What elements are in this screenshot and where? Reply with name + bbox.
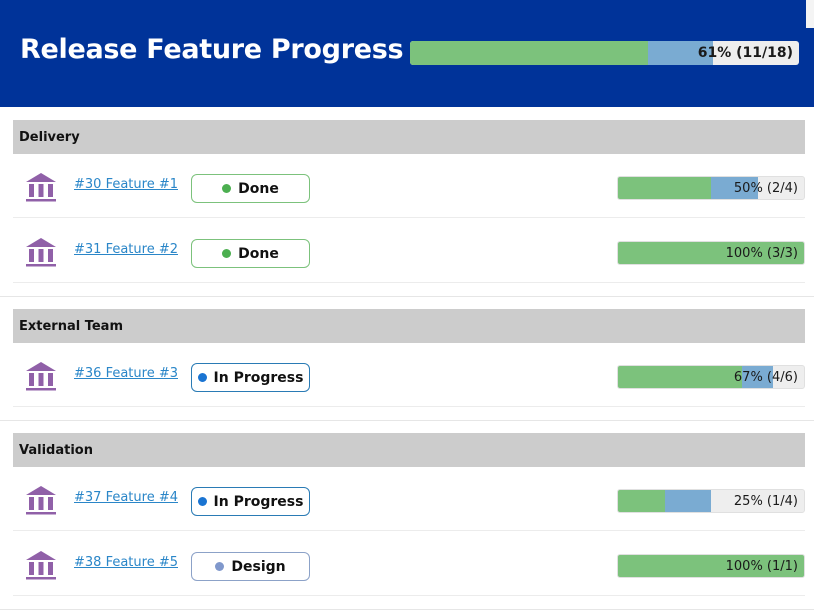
status-dot-icon <box>222 249 232 258</box>
page-title: Release Feature Progress <box>20 34 404 65</box>
status-label: Done <box>238 180 279 197</box>
progress-label: 50% (2/4) <box>733 180 798 196</box>
group-header: External Team <box>13 309 805 343</box>
page-header: Release Feature Progress 61% (11/18) <box>0 0 814 107</box>
group-header: Validation <box>13 433 805 467</box>
scrollbar[interactable] <box>806 0 814 28</box>
group-divider <box>0 296 814 297</box>
progress-label: 25% (1/4) <box>733 493 798 509</box>
progress-label: 100% (1/1) <box>725 558 798 574</box>
feature-progress-bar: 50% (2/4) <box>617 176 805 200</box>
overall-progress-done-segment <box>410 41 648 65</box>
status-badge[interactable]: Done <box>191 174 310 203</box>
status-badge[interactable]: Done <box>191 239 310 268</box>
feature-progress-bar: 25% (1/4) <box>617 489 805 513</box>
progress-in-progress-segment <box>664 490 711 512</box>
feature-row: #30 Feature #1 Done 50% (2/4) <box>13 154 805 218</box>
feature-row: #31 Feature #2 Done 100% (3/3) <box>13 219 805 283</box>
progress-done-segment <box>618 177 711 199</box>
status-dot-icon <box>197 497 207 506</box>
feature-bank-icon <box>25 550 57 580</box>
feature-link[interactable]: #30 Feature #1 <box>74 177 178 192</box>
status-label: Done <box>238 245 279 262</box>
progress-done-segment <box>618 490 665 512</box>
feature-bank-icon <box>25 485 57 515</box>
status-dot-icon <box>215 562 225 571</box>
feature-row: #38 Feature #5 Design 100% (1/1) <box>13 532 805 596</box>
feature-bank-icon <box>25 361 57 391</box>
feature-row: #37 Feature #4 In Progress 25% (1/4) <box>13 467 805 531</box>
feature-progress-bar: 100% (1/1) <box>617 554 805 578</box>
overall-progress-label: 61% (11/18) <box>697 45 793 61</box>
group-divider <box>0 420 814 421</box>
feature-bank-icon <box>25 172 57 202</box>
feature-link[interactable]: #31 Feature #2 <box>74 242 178 257</box>
status-label: In Progress <box>213 369 304 386</box>
status-badge[interactable]: In Progress <box>191 487 310 516</box>
status-badge[interactable]: In Progress <box>191 363 310 392</box>
progress-done-segment <box>618 366 743 388</box>
overall-progress-bar: 61% (11/18) <box>410 41 799 65</box>
feature-progress-bar: 100% (3/3) <box>617 241 805 265</box>
status-dot-icon <box>197 373 207 382</box>
progress-label: 100% (3/3) <box>725 245 798 261</box>
progress-label: 67% (4/6) <box>733 369 798 385</box>
status-label: In Progress <box>213 493 304 510</box>
status-badge[interactable]: Design <box>191 552 310 581</box>
status-dot-icon <box>222 184 232 193</box>
feature-bank-icon <box>25 237 57 267</box>
feature-row: #36 Feature #3 In Progress 67% (4/6) <box>13 343 805 407</box>
feature-link[interactable]: #38 Feature #5 <box>74 555 178 570</box>
group-divider <box>0 609 814 610</box>
status-label: Design <box>231 558 286 575</box>
feature-link[interactable]: #37 Feature #4 <box>74 490 178 505</box>
feature-link[interactable]: #36 Feature #3 <box>74 366 178 381</box>
group-header: Delivery <box>13 120 805 154</box>
feature-progress-bar: 67% (4/6) <box>617 365 805 389</box>
